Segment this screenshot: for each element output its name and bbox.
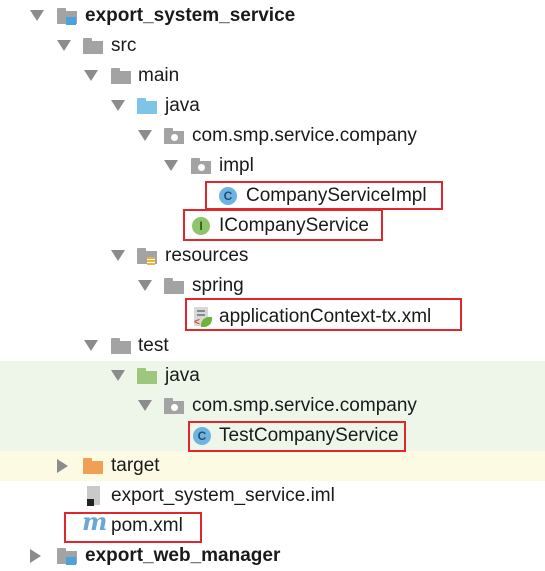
expand-arrow-icon[interactable] [57,40,71,51]
folder-icon [111,338,131,354]
expand-arrow-icon[interactable] [138,130,152,141]
expand-arrow-icon[interactable] [138,400,152,411]
tree-node-label: export_system_service.iml [111,485,335,506]
tree-node-label: export_web_manager [85,545,281,566]
tree-node-test[interactable]: test [0,331,545,361]
highlight-box-application-context-xml [185,298,462,331]
tree-node-src[interactable]: src [0,31,545,61]
test-source-folder-icon [137,368,157,384]
highlight-box-test-company-service [188,421,406,452]
collapse-arrow-icon[interactable] [30,549,41,563]
tree-node-label: resources [165,245,249,266]
expand-arrow-icon[interactable] [138,280,152,291]
expand-arrow-icon[interactable] [30,10,44,21]
tree-node-label: java [165,365,200,386]
source-folder-icon [137,98,157,114]
package-icon [191,158,211,174]
tree-node-export-system-service[interactable]: export_system_service [0,1,545,31]
tree-node-label: spring [192,275,244,296]
tree-node-label: impl [219,155,254,176]
tree-node-main-package[interactable]: com.smp.service.company [0,121,545,151]
folder-icon [111,68,131,84]
tree-node-label: test [138,335,169,356]
tree-node-label: com.smp.service.company [192,125,417,146]
tree-node-spring[interactable]: spring [0,271,545,301]
module-folder-icon [57,548,77,565]
highlight-box-icompany-service [183,209,383,241]
tree-node-label: com.smp.service.company [192,395,417,416]
tree-node-label: main [138,65,180,86]
tree-node-impl[interactable]: impl [0,151,545,181]
tree-node-label: java [165,95,200,116]
highlight-box-company-service-impl [205,181,443,210]
expand-arrow-icon[interactable] [84,340,98,351]
collapse-arrow-icon[interactable] [57,459,68,473]
expand-arrow-icon[interactable] [111,250,125,261]
tree-node-resources[interactable]: resources [0,241,545,271]
folder-icon [83,38,103,54]
package-icon [164,128,184,144]
tree-node-main-java[interactable]: java [0,91,545,121]
excluded-folder-icon [83,458,103,474]
expand-arrow-icon[interactable] [111,100,125,111]
tree-node-test-java[interactable]: java [0,361,545,391]
tree-node-label: target [111,455,160,476]
expand-arrow-icon[interactable] [111,370,125,381]
iml-file-icon [87,486,101,506]
tree-node-label: export_system_service [85,5,296,26]
tree-node-export-web-manager[interactable]: export_web_manager [0,541,545,571]
expand-arrow-icon[interactable] [84,70,98,81]
tree-node-label: src [111,35,137,56]
expand-arrow-icon[interactable] [164,160,178,171]
highlight-box-pom [64,512,202,543]
folder-icon [164,278,184,294]
tree-node-main[interactable]: main [0,61,545,91]
module-folder-icon [57,8,77,25]
tree-node-test-package[interactable]: com.smp.service.company [0,391,545,421]
tree-node-target[interactable]: target [0,451,545,481]
resources-folder-icon [137,248,157,265]
package-icon [164,398,184,414]
